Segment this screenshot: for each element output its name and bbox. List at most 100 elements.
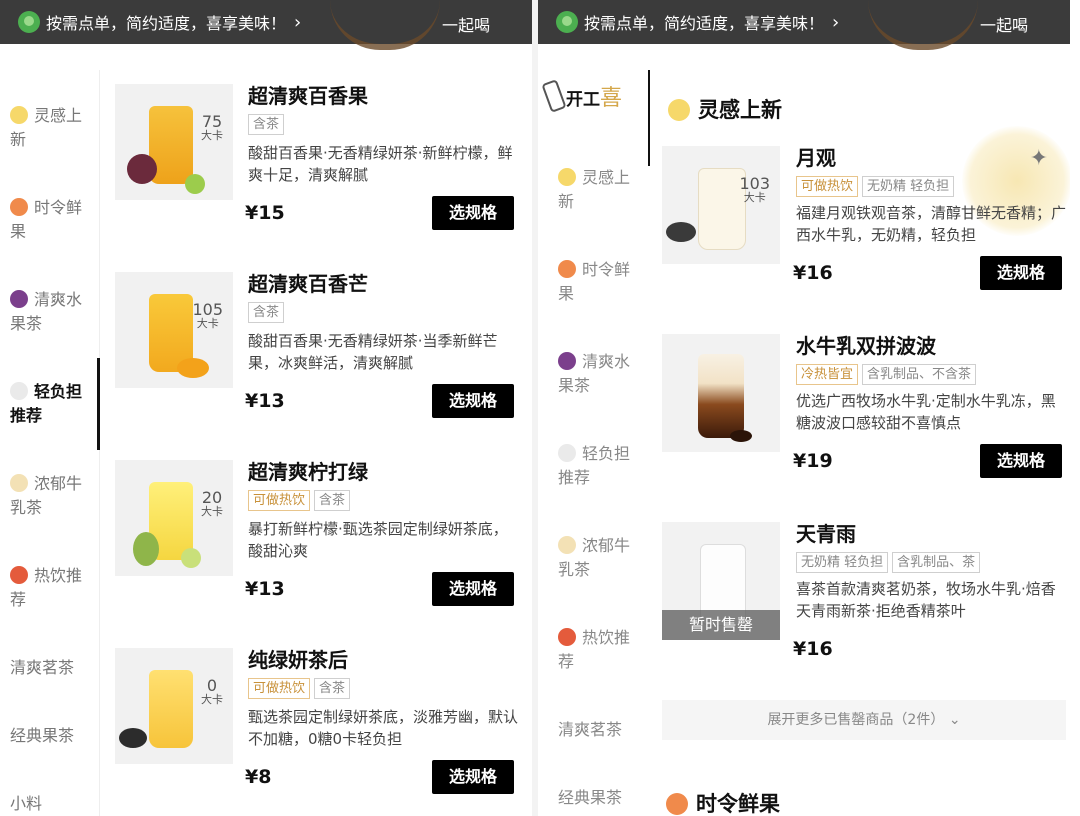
right-panel: 按需点单，简约适度，喜享美味！ › 一起喝 开工喜 灵感上新 时令鲜果 清爽水果…	[538, 0, 1070, 816]
start-work-logo[interactable]: 开工喜	[541, 79, 622, 113]
grape-icon	[10, 290, 28, 308]
together-button[interactable]: 一起喝	[442, 12, 490, 36]
product-desc: 暴打新鲜柠檬·甄选茶园定制绿妍茶底，酸甜沁爽	[248, 520, 508, 560]
product-price: ¥19	[793, 450, 833, 472]
tag: 含茶	[314, 490, 351, 511]
select-spec-button[interactable]: 选规格	[432, 384, 514, 418]
tag: 冷热皆宜	[796, 364, 859, 385]
peach-icon	[558, 260, 576, 278]
cloud-icon	[10, 382, 28, 400]
product-price: ¥13	[245, 390, 285, 412]
product-tags: 可做热饮 无奶精 轻负担	[796, 176, 955, 197]
section-title-inspiration: 灵感上新	[668, 94, 782, 124]
product-name: 纯绿妍茶后	[248, 648, 348, 672]
tag: 无奶精 轻负担	[862, 176, 955, 197]
notice-banner[interactable]: 按需点单，简约适度，喜享美味！ › 一起喝	[0, 0, 532, 50]
tag: 可做热饮	[248, 490, 311, 511]
product-desc: 酸甜百香果·无香精绿妍茶·新鲜柠檬，鲜爽十足，清爽解腻	[248, 144, 513, 184]
sidebar-item-seasonal[interactable]: 时令鲜果	[558, 258, 638, 306]
hot-steam-icon	[10, 566, 28, 584]
product-card[interactable]: 75 大卡 超清爽百香果 含茶 酸甜百香果·无香精绿妍茶·新鲜柠檬，鲜爽十足，清爽…	[115, 84, 525, 254]
product-card[interactable]: 20 大卡 超清爽柠打绿 可做热饮 含茶 暴打新鲜柠檬·甄选茶园定制绿妍茶底，酸甜…	[115, 460, 525, 630]
banner-decoration	[868, 0, 978, 50]
sidebar-item-fruit-tea[interactable]: 清爽水果茶	[558, 350, 638, 398]
sidebar-item-hot[interactable]: 热饮推荐	[10, 564, 90, 612]
active-indicator	[97, 358, 100, 450]
product-card[interactable]: ✦ 103 大卡 月观 可做热饮 无奶精 轻负担 福建月观铁观音茶，清醇甘鲜无香精…	[662, 126, 1070, 306]
sidebar-item-milk-tea[interactable]: 浓郁牛乳茶	[10, 472, 90, 520]
sidebar-item-light[interactable]: 轻负担推荐	[558, 442, 638, 490]
sidebar-item-tea[interactable]: 清爽茗茶	[10, 656, 90, 680]
product-tags: 可做热饮 含茶	[248, 678, 351, 699]
product-tags: 含茶	[248, 114, 285, 135]
passion-fruit	[127, 154, 157, 184]
sidebar-item-classic[interactable]: 经典果茶	[10, 724, 90, 748]
product-desc: 酸甜百香果·无香精绿妍茶·当季新鲜芒果，冰爽鲜活，清爽解腻	[248, 332, 498, 372]
select-spec-button[interactable]: 选规格	[432, 760, 514, 794]
product-card[interactable]: 105 大卡 超清爽百香芒 含茶 酸甜百香果·无香精绿妍茶·当季新鲜芒果，冰爽鲜活…	[115, 272, 525, 442]
select-spec-button[interactable]: 选规格	[432, 572, 514, 606]
product-image: 20 大卡	[115, 460, 233, 576]
left-panel: 按需点单，简约适度，喜享美味！ › 一起喝 灵感上新 时令鲜果 清爽水果茶 轻负…	[0, 0, 532, 816]
product-price: ¥16	[793, 638, 833, 660]
tag: 可做热饮	[248, 678, 311, 699]
sidebar-item-hot[interactable]: 热饮推荐	[558, 626, 638, 674]
lime-slice	[181, 548, 201, 568]
bulb-icon	[10, 106, 28, 124]
category-sidebar: 灵感上新 时令鲜果 清爽水果茶 轻负担推荐 浓郁牛乳茶 热饮推荐 清爽茗茶 经典…	[0, 44, 100, 816]
sidebar-item-fruit-tea[interactable]: 清爽水果茶	[10, 288, 90, 336]
tag: 可做热饮	[796, 176, 859, 197]
tag: 无奶精 轻负担	[796, 552, 889, 573]
product-image: 75 大卡	[115, 84, 233, 200]
product-card[interactable]: 0 大卡 纯绿妍茶后 可做热饮 含茶 甄选茶园定制绿妍茶底，淡雅芳幽，默认不加糖，…	[115, 648, 525, 816]
recycle-leaf-icon	[556, 11, 578, 33]
tag: 含乳制品、不含茶	[862, 364, 977, 385]
select-spec-button[interactable]: 选规格	[980, 256, 1062, 290]
expand-sold-out-button[interactable]: 展开更多已售罄商品（2件） ⌄	[662, 700, 1066, 740]
product-image	[662, 334, 780, 452]
sidebar-item-light[interactable]: 轻负担推荐	[10, 380, 90, 428]
product-name: 月观	[796, 146, 836, 170]
sidebar-item-seasonal[interactable]: 时令鲜果	[10, 196, 90, 244]
sidebar-item-tea[interactable]: 清爽茗茶	[558, 718, 638, 742]
banner-text: 按需点单，简约适度，喜享美味！	[584, 14, 825, 33]
tag: 含茶	[248, 114, 285, 135]
product-name: 超清爽百香果	[248, 84, 368, 108]
product-tags: 可做热饮 含茶	[248, 490, 351, 511]
category-sidebar: 开工喜 灵感上新 时令鲜果 清爽水果茶 轻负担推荐 浓郁牛乳茶 热饮推荐 清爽茗…	[538, 44, 650, 816]
product-name: 超清爽柠打绿	[248, 460, 368, 484]
product-price: ¥15	[245, 202, 285, 224]
tea-leaves	[119, 728, 147, 748]
peach-icon	[10, 198, 28, 216]
recycle-leaf-icon	[18, 11, 40, 33]
boba-pearls	[730, 430, 752, 442]
tag: 含茶	[314, 678, 351, 699]
sold-out-overlay: 暂时售罄	[662, 610, 780, 640]
sidebar-item-inspiration[interactable]: 灵感上新	[10, 104, 90, 152]
grape-icon	[558, 352, 576, 370]
lime-slice	[185, 174, 205, 194]
notice-banner[interactable]: 按需点单，简约适度，喜享美味！ › 一起喝	[538, 0, 1070, 50]
product-name: 天青雨	[796, 522, 856, 546]
product-tags: 冷热皆宜 含乳制品、不含茶	[796, 364, 977, 385]
bottle-icon	[541, 79, 567, 113]
product-card[interactable]: 水牛乳双拼波波 冷热皆宜 含乳制品、不含茶 优选广西牧场水牛乳·定制水牛乳冻，黑…	[662, 334, 1062, 494]
drink-cup	[698, 354, 744, 438]
product-card[interactable]: 暂时售罄 天青雨 无奶精 轻负担 含乳制品、茶 喜茶首款清爽茗奶茶，牧场水牛乳·…	[662, 522, 1062, 682]
product-price: ¥8	[245, 766, 272, 788]
sidebar-item-toppings[interactable]: 小料	[10, 792, 90, 816]
product-price: ¥16	[793, 262, 833, 284]
product-image: 103 大卡	[662, 146, 780, 264]
sidebar-item-inspiration[interactable]: 灵感上新	[558, 166, 638, 214]
tag: 含茶	[248, 302, 285, 323]
sidebar-item-milk-tea[interactable]: 浓郁牛乳茶	[558, 534, 638, 582]
product-desc: 福建月观铁观音茶，清醇甘鲜无香精；广西水牛乳，无奶精，轻负担	[796, 204, 1067, 244]
banner-text: 按需点单，简约适度，喜享美味！	[46, 14, 287, 33]
bulb-icon	[558, 168, 576, 186]
select-spec-button[interactable]: 选规格	[432, 196, 514, 230]
together-button[interactable]: 一起喝	[980, 12, 1028, 36]
sidebar-item-classic[interactable]: 经典果茶	[558, 786, 638, 810]
product-desc: 甄选茶园定制绿妍茶底，淡雅芳幽，默认不加糖，0糖0卡轻负担	[248, 708, 519, 748]
product-tags: 含茶	[248, 302, 285, 323]
select-spec-button[interactable]: 选规格	[980, 444, 1062, 478]
